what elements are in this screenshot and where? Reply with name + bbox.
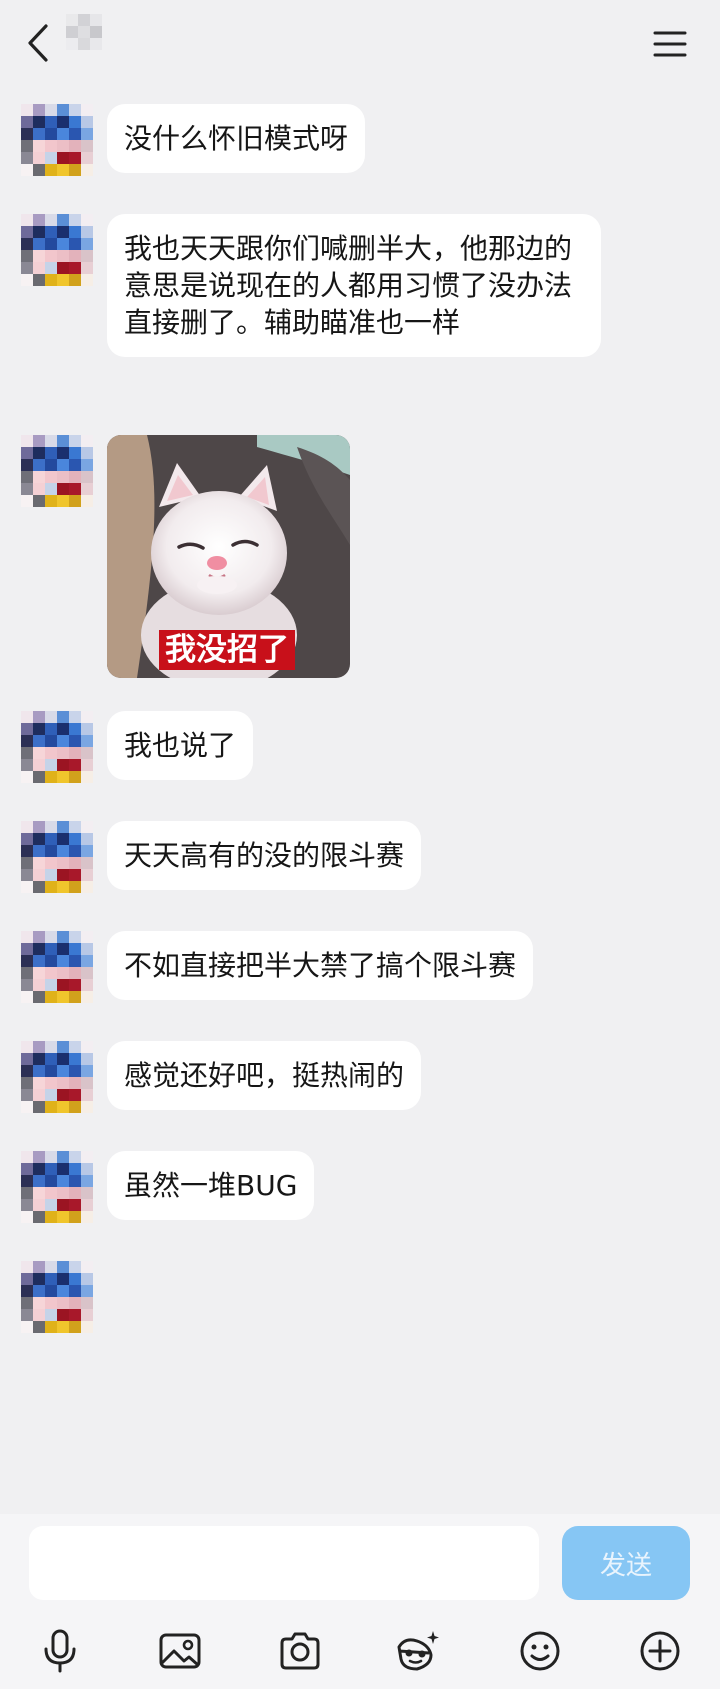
send-button[interactable]: 发送: [562, 1526, 690, 1600]
sticker-caption: 我没招了: [159, 630, 295, 670]
camera-button[interactable]: [275, 1626, 325, 1676]
voice-button[interactable]: [35, 1626, 85, 1676]
avatar[interactable]: [21, 931, 93, 1003]
avatar[interactable]: [21, 821, 93, 893]
camera-icon: [280, 1632, 320, 1670]
avatar[interactable]: [21, 435, 93, 507]
message-list[interactable]: 没什么怀旧模式呀 我也天天跟你们喊删半大，他那边的意思是说现在的人都用习惯了没办…: [0, 90, 720, 1514]
hamburger-menu-icon: [653, 31, 687, 57]
avatar[interactable]: [21, 1261, 93, 1333]
message-input[interactable]: [29, 1526, 539, 1600]
avatar[interactable]: [21, 214, 93, 286]
message-bubble[interactable]: 天天高有的没的限斗赛: [107, 821, 422, 890]
more-button[interactable]: [635, 1626, 685, 1676]
chevron-left-icon: [28, 24, 48, 62]
sticker-button[interactable]: [393, 1626, 443, 1676]
sticker-icon: [397, 1631, 439, 1671]
microphone-icon: [44, 1629, 76, 1673]
back-button[interactable]: [18, 18, 58, 68]
message-bubble[interactable]: 感觉还好吧，挺热闹的: [107, 1041, 422, 1110]
message-bubble[interactable]: 不如直接把半大禁了搞个限斗赛: [107, 931, 534, 1000]
message-bubble[interactable]: 没什么怀旧模式呀: [107, 104, 366, 173]
menu-button[interactable]: [648, 22, 692, 66]
input-bar: 发送: [0, 1514, 720, 1689]
avatar[interactable]: [21, 104, 93, 176]
avatar[interactable]: [21, 1041, 93, 1113]
chat-header: [0, 0, 720, 90]
avatar[interactable]: [21, 1151, 93, 1223]
image-icon: [159, 1633, 201, 1669]
message-bubble[interactable]: 我也说了: [107, 711, 254, 780]
emoji-icon: [520, 1631, 560, 1671]
input-toolbar: [0, 1620, 720, 1680]
image-button[interactable]: [155, 1626, 205, 1676]
message-bubble[interactable]: 我也天天跟你们喊删半大，他那边的意思是说现在的人都用习惯了没办法直接删了。辅助瞄…: [107, 214, 601, 357]
emoji-button[interactable]: [515, 1626, 565, 1676]
message-bubble[interactable]: 虽然一堆BUG: [107, 1151, 315, 1220]
avatar[interactable]: [21, 711, 93, 783]
kitten-sticker-image[interactable]: 我没招了: [107, 435, 350, 678]
contact-name-pixelated: [66, 14, 102, 50]
plus-icon: [640, 1631, 680, 1671]
